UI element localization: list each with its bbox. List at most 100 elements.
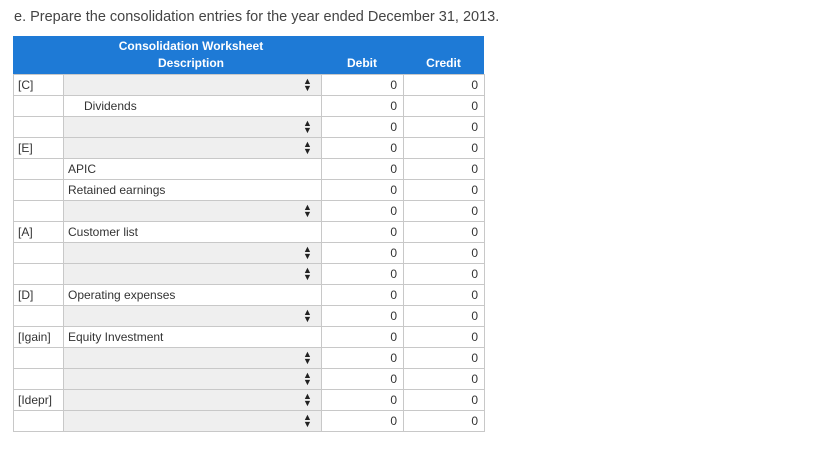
worksheet-header: Consolidation Worksheet Description Debi… xyxy=(13,36,484,74)
entry-label xyxy=(13,410,64,432)
up-down-chevron-icon: ▲ ▼ xyxy=(303,139,312,156)
entry-row: ▲ ▼ 0 0 xyxy=(13,116,485,138)
entry-row: [A] Customer list 0 0 xyxy=(13,221,485,243)
entry-row: ▲ ▼ 0 0 xyxy=(13,263,485,285)
credit-input[interactable]: 0 xyxy=(403,116,485,138)
entry-label: [C] xyxy=(13,74,64,96)
debit-input[interactable]: 0 xyxy=(321,74,404,96)
entry-label xyxy=(13,200,64,222)
description-header: Description xyxy=(157,56,224,70)
instruction-text: e. Prepare the consolidation entries for… xyxy=(14,9,500,25)
entry-row: ▲ ▼ 0 0 xyxy=(13,368,485,390)
credit-input[interactable]: 0 xyxy=(403,347,485,369)
entry-label: [E] xyxy=(13,137,64,159)
debit-input[interactable]: 0 xyxy=(321,116,404,138)
entries-table: [C] ▲ ▼ 0 0 Dividends 0 0 ▲ ▼ 0 0 [E] ▲ ▼ 0 0 APIC 0 0 Retai… xyxy=(13,74,485,432)
entry-label xyxy=(13,179,64,201)
entry-label xyxy=(13,158,64,180)
entry-label xyxy=(13,263,64,285)
entry-row: [E] ▲ ▼ 0 0 xyxy=(13,137,485,159)
credit-input[interactable]: 0 xyxy=(403,305,485,327)
account-dropdown[interactable]: ▲ ▼ xyxy=(63,305,322,327)
account-dropdown[interactable]: ▲ ▼ xyxy=(63,242,322,264)
account-description: Retained earnings xyxy=(63,179,322,201)
credit-header: Credit xyxy=(426,56,461,70)
debit-input[interactable]: 0 xyxy=(321,179,404,201)
credit-input[interactable]: 0 xyxy=(403,326,485,348)
credit-input[interactable]: 0 xyxy=(403,242,485,264)
debit-input[interactable]: 0 xyxy=(321,158,404,180)
entry-row: ▲ ▼ 0 0 xyxy=(13,410,485,432)
entry-row: ▲ ▼ 0 0 xyxy=(13,242,485,264)
account-description: Dividends xyxy=(63,95,322,117)
debit-input[interactable]: 0 xyxy=(321,95,404,117)
debit-input[interactable]: 0 xyxy=(321,242,404,264)
entry-label: [Idepr] xyxy=(13,389,64,411)
up-down-chevron-icon: ▲ ▼ xyxy=(303,412,312,429)
entry-row: APIC 0 0 xyxy=(13,158,485,180)
credit-input[interactable]: 0 xyxy=(403,410,485,432)
credit-input[interactable]: 0 xyxy=(403,74,485,96)
debit-input[interactable]: 0 xyxy=(321,305,404,327)
credit-input[interactable]: 0 xyxy=(403,368,485,390)
account-dropdown[interactable]: ▲ ▼ xyxy=(63,347,322,369)
debit-input[interactable]: 0 xyxy=(321,326,404,348)
up-down-chevron-icon: ▲ ▼ xyxy=(303,265,312,282)
entry-label: [A] xyxy=(13,221,64,243)
credit-input[interactable]: 0 xyxy=(403,221,485,243)
account-dropdown[interactable]: ▲ ▼ xyxy=(63,410,322,432)
entry-row: ▲ ▼ 0 0 xyxy=(13,347,485,369)
account-dropdown[interactable]: ▲ ▼ xyxy=(63,368,322,390)
up-down-chevron-icon: ▲ ▼ xyxy=(303,349,312,366)
entry-label: [D] xyxy=(13,284,64,306)
entry-label: [Igain] xyxy=(13,326,64,348)
debit-input[interactable]: 0 xyxy=(321,137,404,159)
account-dropdown[interactable]: ▲ ▼ xyxy=(63,137,322,159)
account-description: Operating expenses xyxy=(63,284,322,306)
up-down-chevron-icon: ▲ ▼ xyxy=(303,307,312,324)
account-dropdown[interactable]: ▲ ▼ xyxy=(63,389,322,411)
entry-row: [Idepr] ▲ ▼ 0 0 xyxy=(13,389,485,411)
up-down-chevron-icon: ▲ ▼ xyxy=(303,118,312,135)
entry-label xyxy=(13,305,64,327)
entry-row: [C] ▲ ▼ 0 0 xyxy=(13,74,485,96)
entry-label xyxy=(13,368,64,390)
entry-label xyxy=(13,242,64,264)
up-down-chevron-icon: ▲ ▼ xyxy=(303,202,312,219)
credit-input[interactable]: 0 xyxy=(403,95,485,117)
debit-input[interactable]: 0 xyxy=(321,263,404,285)
debit-input[interactable]: 0 xyxy=(321,368,404,390)
entry-label xyxy=(13,347,64,369)
up-down-chevron-icon: ▲ ▼ xyxy=(303,76,312,93)
account-dropdown[interactable]: ▲ ▼ xyxy=(63,200,322,222)
credit-input[interactable]: 0 xyxy=(403,158,485,180)
debit-input[interactable]: 0 xyxy=(321,284,404,306)
debit-input[interactable]: 0 xyxy=(321,389,404,411)
credit-input[interactable]: 0 xyxy=(403,179,485,201)
entry-row: [Igain] Equity Investment 0 0 xyxy=(13,326,485,348)
credit-input[interactable]: 0 xyxy=(403,263,485,285)
account-description: Equity Investment xyxy=(63,326,322,348)
debit-header: Debit xyxy=(347,56,377,70)
debit-input[interactable]: 0 xyxy=(321,221,404,243)
entry-row: ▲ ▼ 0 0 xyxy=(13,305,485,327)
entry-row: Retained earnings 0 0 xyxy=(13,179,485,201)
credit-input[interactable]: 0 xyxy=(403,284,485,306)
account-dropdown[interactable]: ▲ ▼ xyxy=(63,74,322,96)
entry-label xyxy=(13,95,64,117)
credit-input[interactable]: 0 xyxy=(403,137,485,159)
entry-row: Dividends 0 0 xyxy=(13,95,485,117)
account-dropdown[interactable]: ▲ ▼ xyxy=(63,263,322,285)
up-down-chevron-icon: ▲ ▼ xyxy=(303,244,312,261)
credit-input[interactable]: 0 xyxy=(403,389,485,411)
credit-input[interactable]: 0 xyxy=(403,200,485,222)
account-dropdown[interactable]: ▲ ▼ xyxy=(63,116,322,138)
debit-input[interactable]: 0 xyxy=(321,200,404,222)
debit-input[interactable]: 0 xyxy=(321,410,404,432)
up-down-chevron-icon: ▲ ▼ xyxy=(303,370,312,387)
up-down-chevron-icon: ▲ ▼ xyxy=(303,391,312,408)
header-titles: Consolidation Worksheet Description xyxy=(13,38,369,72)
debit-input[interactable]: 0 xyxy=(321,347,404,369)
account-description: Customer list xyxy=(63,221,322,243)
consolidation-worksheet: Consolidation Worksheet Description Debi… xyxy=(13,36,485,432)
